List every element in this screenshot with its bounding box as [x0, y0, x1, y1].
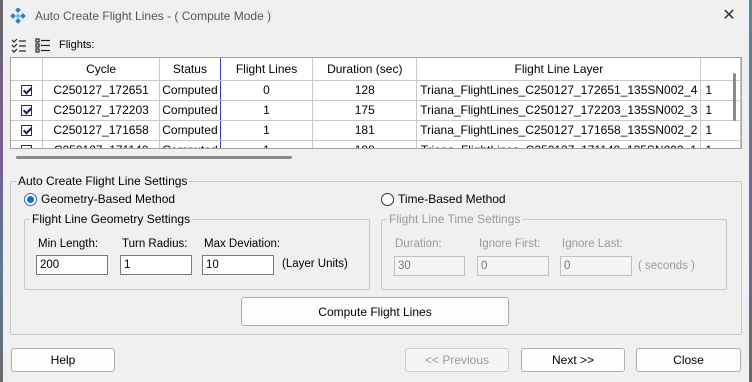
- duration-cell: 128: [312, 80, 418, 101]
- radio-unselected-icon: [381, 192, 394, 206]
- duration-cell: 175: [312, 100, 418, 121]
- list-icon[interactable]: [33, 35, 53, 55]
- table-row[interactable]: C250127_172651 Computed 0 128 Triana_Fli…: [11, 80, 741, 101]
- ignore-first-label: Ignore First:: [479, 238, 541, 250]
- status-cell: Computed: [159, 140, 221, 148]
- time-method-label: Time-Based Method: [398, 192, 506, 206]
- turn-radius-label: Turn Radius:: [122, 238, 188, 250]
- title-bar: Auto Create Flight Lines - ( Compute Mod…: [3, 0, 749, 32]
- status-cell: Computed: [159, 120, 221, 141]
- table-row[interactable]: C250127_171658 Computed 1 181 Triana_Fli…: [11, 120, 741, 141]
- flights-toolbar: [9, 35, 57, 55]
- extra-cell: 1: [700, 120, 741, 141]
- row-checkbox[interactable]: [21, 125, 33, 137]
- layer-cell: Triana_FlightLines_C250127_171658_135SN0…: [416, 120, 702, 141]
- seconds-label: ( seconds ): [638, 260, 695, 272]
- ignore-last-field[interactable]: [560, 256, 632, 276]
- column-header-status[interactable]: Status: [159, 58, 221, 81]
- flight-lines-cell: 1: [220, 140, 314, 148]
- cycle-cell: C250127_171140: [42, 140, 160, 148]
- layer-cell: Triana_FlightLines_C250127_171140_135SN0…: [416, 140, 702, 148]
- table-row[interactable]: C250127_171140 Computed 1 188 Triana_Fli…: [11, 140, 741, 148]
- row-checkbox-cell[interactable]: [11, 140, 44, 148]
- next-button[interactable]: Next >>: [521, 348, 625, 372]
- status-cell: Computed: [159, 80, 221, 101]
- min-length-label: Min Length:: [38, 238, 99, 250]
- duration-field[interactable]: [394, 256, 465, 276]
- layer-cell: Triana_FlightLines_C250127_172651_135SN0…: [416, 80, 702, 101]
- horizontal-scrollbar[interactable]: [16, 156, 292, 159]
- flight-lines-cell: 1: [220, 100, 314, 121]
- row-checkbox-cell[interactable]: [11, 100, 44, 121]
- row-checkbox[interactable]: [21, 145, 33, 148]
- row-checkbox[interactable]: [21, 85, 33, 97]
- time-settings-group: [381, 219, 727, 290]
- flight-lines-cell: 1: [220, 120, 314, 141]
- cycle-cell: C250127_171658: [42, 120, 160, 141]
- layer-units-label: (Layer Units): [282, 258, 348, 270]
- flights-table[interactable]: Cycle Status Flight Lines Duration (sec)…: [10, 57, 742, 149]
- help-button[interactable]: Help: [11, 348, 115, 372]
- extra-cell: 1: [700, 140, 741, 148]
- vertical-scrollbar[interactable]: [733, 73, 736, 121]
- layer-cell: Triana_FlightLines_C250127_172203_135SN0…: [416, 100, 702, 121]
- duration-label: Duration:: [395, 238, 442, 250]
- column-header-cycle[interactable]: Cycle: [42, 58, 160, 81]
- previous-button[interactable]: << Previous: [405, 348, 509, 372]
- ignore-last-label: Ignore Last:: [562, 238, 623, 250]
- column-header-layer[interactable]: Flight Line Layer: [416, 58, 702, 81]
- ignore-first-field[interactable]: [477, 256, 549, 276]
- row-checkbox-cell[interactable]: [11, 80, 44, 101]
- compute-flight-lines-button[interactable]: Compute Flight Lines: [241, 297, 509, 326]
- column-header-flight-lines[interactable]: Flight Lines: [220, 58, 314, 81]
- geometry-method-label: Geometry-Based Method: [41, 192, 176, 206]
- radio-selected-icon: [24, 192, 37, 206]
- column-header-check[interactable]: [11, 58, 44, 81]
- window-edge-left: [0, 0, 3, 382]
- geometry-method-radio[interactable]: Geometry-Based Method: [24, 192, 175, 206]
- cycle-cell: C250127_172203: [42, 100, 160, 121]
- duration-cell: 181: [312, 120, 418, 141]
- cycle-cell: C250127_172651: [42, 80, 160, 101]
- geometry-settings-label: Flight Line Geometry Settings: [30, 212, 193, 226]
- status-cell: Computed: [159, 100, 221, 121]
- app-icon: [9, 7, 27, 25]
- duration-cell: 188: [312, 140, 418, 148]
- window-title: Auto Create Flight Lines - ( Compute Mod…: [35, 9, 272, 23]
- time-method-radio[interactable]: Time-Based Method: [381, 192, 506, 206]
- table-header-row: Cycle Status Flight Lines Duration (sec)…: [11, 58, 741, 81]
- column-header-duration[interactable]: Duration (sec): [312, 58, 418, 81]
- close-button[interactable]: Close: [636, 348, 741, 372]
- close-window-icon[interactable]: ✕: [719, 6, 739, 26]
- turn-radius-field[interactable]: [120, 255, 192, 275]
- table-row[interactable]: C250127_172203 Computed 1 175 Triana_Fli…: [11, 100, 741, 121]
- time-settings-label: Flight Line Time Settings: [387, 212, 523, 226]
- flight-lines-cell: 0: [220, 80, 314, 101]
- min-length-field[interactable]: [36, 255, 108, 275]
- checklist-icon[interactable]: [9, 35, 29, 55]
- flights-label: Flights:: [59, 39, 95, 51]
- row-checkbox[interactable]: [21, 105, 33, 117]
- max-deviation-field[interactable]: [202, 255, 274, 275]
- settings-group-label: Auto Create Flight Line Settings: [16, 174, 190, 188]
- row-checkbox-cell[interactable]: [11, 120, 44, 141]
- max-deviation-label: Max Deviation:: [204, 238, 281, 250]
